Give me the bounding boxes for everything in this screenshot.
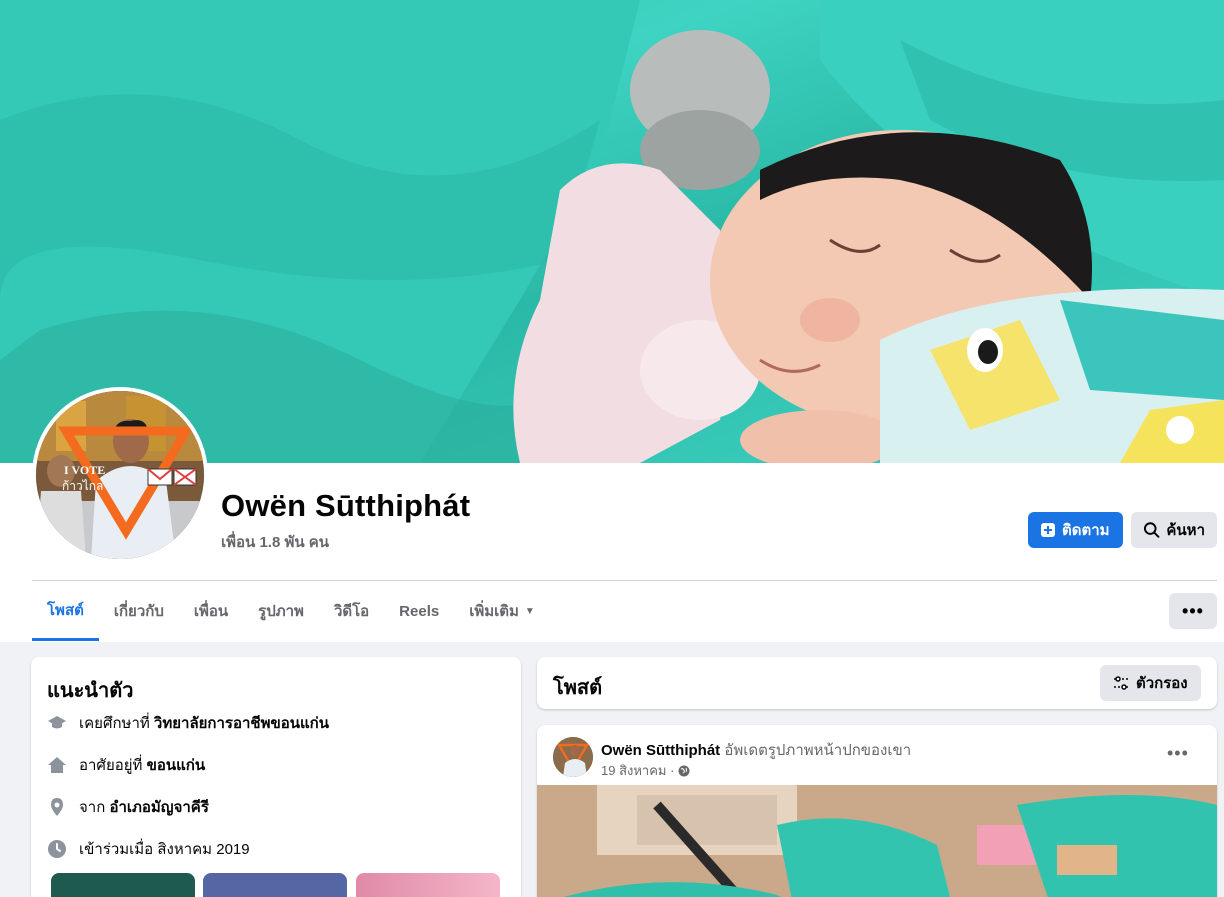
- avatar-frame-text: I VOTE: [64, 463, 106, 477]
- post-action-text: อัพเดตรูปภาพหน้าปกของเขา: [724, 742, 912, 759]
- intro-education: เคยศึกษาที่ วิทยาลัยการอาชีพขอนแก่น: [47, 712, 329, 734]
- search-button[interactable]: ค้นหา: [1131, 512, 1217, 548]
- tab-about-label: เกี่ยวกับ: [113, 603, 164, 620]
- follow-icon: [1041, 523, 1055, 537]
- post-image-art: [537, 785, 1217, 897]
- more-dots-icon: •••: [1182, 600, 1204, 621]
- friends-count[interactable]: เพื่อน 1.8 พัน คน: [221, 530, 329, 554]
- follow-button-label: ติดตาม: [1062, 522, 1110, 539]
- filter-icon: [1114, 676, 1128, 690]
- tab-friends[interactable]: เพื่อน: [179, 581, 243, 641]
- filter-button-label: ตัวกรอง: [1136, 675, 1188, 692]
- intro-card: แนะนำตัว เคยศึกษาที่ วิทยาลัยการอาชีพขอน…: [31, 657, 521, 897]
- filter-button[interactable]: ตัวกรอง: [1100, 665, 1201, 701]
- tab-about[interactable]: เกี่ยวกับ: [99, 581, 179, 641]
- follow-button[interactable]: ติดตาม: [1028, 512, 1123, 548]
- tab-friends-label: เพื่อน: [193, 603, 229, 620]
- post-options-button[interactable]: •••: [1167, 743, 1189, 764]
- profile-avatar[interactable]: I VOTE ก้าวไกล: [32, 387, 208, 563]
- tab-more-label: เพิ่มเติม: [469, 603, 519, 620]
- post-author-avatar[interactable]: [553, 737, 593, 777]
- featured-photo[interactable]: [356, 873, 500, 897]
- tab-videos[interactable]: วิดีโอ: [319, 581, 384, 641]
- featured-photo[interactable]: [51, 873, 195, 897]
- intro-lives-in-value[interactable]: ขอนแก่น: [147, 753, 206, 777]
- post-timestamp[interactable]: 19 สิงหาคม ·: [601, 760, 674, 781]
- clock-icon: [48, 840, 66, 858]
- avatar-frame-subtext: ก้าวไกล: [62, 479, 104, 493]
- tab-posts-label: โพสต์: [47, 601, 84, 619]
- tab-photos-label: รูปภาพ: [258, 603, 304, 620]
- tab-photos[interactable]: รูปภาพ: [243, 581, 319, 641]
- location-pin-icon: [51, 798, 63, 816]
- tab-posts[interactable]: โพสต์: [32, 581, 99, 641]
- intro-from-value[interactable]: อำเภอมัญจาคีรี: [109, 795, 208, 819]
- intro-education-value[interactable]: วิทยาลัยการอาชีพขอนแก่น: [154, 711, 329, 735]
- profile-name: Owën Sūtthiphát: [221, 488, 471, 523]
- intro-from: จาก อำเภอมัญจาคีรี: [47, 796, 209, 818]
- post-card: Owën Sūtthiphát อัพเดตรูปภาพหน้าปกของเขา…: [537, 725, 1217, 897]
- intro-education-prefix: เคยศึกษาที่: [79, 715, 154, 732]
- intro-joined-text: เข้าร่วมเมื่อ สิงหาคม 2019: [79, 841, 250, 858]
- search-icon: [1143, 522, 1160, 538]
- intro-title: แนะนำตัว: [47, 680, 134, 702]
- posts-title: โพสต์: [553, 677, 603, 699]
- graduation-cap-icon: [48, 716, 66, 729]
- intro-lives-in: อาศัยอยู่ที่ ขอนแก่น: [47, 754, 205, 776]
- profile-tabs: โพสต์ เกี่ยวกับ เพื่อน รูปภาพ วิดีโอ Ree…: [32, 581, 550, 641]
- featured-photo[interactable]: [203, 873, 347, 897]
- profile-more-button[interactable]: •••: [1169, 593, 1217, 629]
- profile-header: I VOTE ก้าวไกล Owën Sūtthiphát เพื่อน 1.…: [0, 0, 1224, 642]
- caret-down-icon: ▼: [524, 605, 535, 617]
- posts-header-card: โพสต์ ตัวกรอง: [537, 657, 1217, 709]
- post-author-name[interactable]: Owën Sūtthiphát: [601, 742, 720, 759]
- post-image[interactable]: [537, 785, 1217, 897]
- tab-more[interactable]: เพิ่มเติม ▼: [454, 581, 550, 641]
- avatar-art: [36, 391, 204, 559]
- post-timestamp-row: 19 สิงหาคม ·: [601, 760, 690, 781]
- intro-lives-in-prefix: อาศัยอยู่ที่: [79, 757, 147, 774]
- tab-reels-label: Reels: [399, 602, 440, 620]
- tab-reels[interactable]: Reels: [384, 581, 454, 641]
- tab-videos-label: วิดีโอ: [333, 603, 370, 620]
- intro-joined: เข้าร่วมเมื่อ สิงหาคม 2019: [47, 838, 250, 860]
- post-header-text: Owën Sūtthiphát อัพเดตรูปภาพหน้าปกของเขา: [601, 738, 911, 762]
- intro-from-prefix: จาก: [79, 799, 110, 816]
- home-icon: [48, 757, 66, 773]
- more-dots-icon: •••: [1167, 743, 1189, 763]
- post-avatar-art: [553, 737, 593, 777]
- globe-icon: [678, 765, 690, 776]
- search-button-label: ค้นหา: [1166, 522, 1205, 539]
